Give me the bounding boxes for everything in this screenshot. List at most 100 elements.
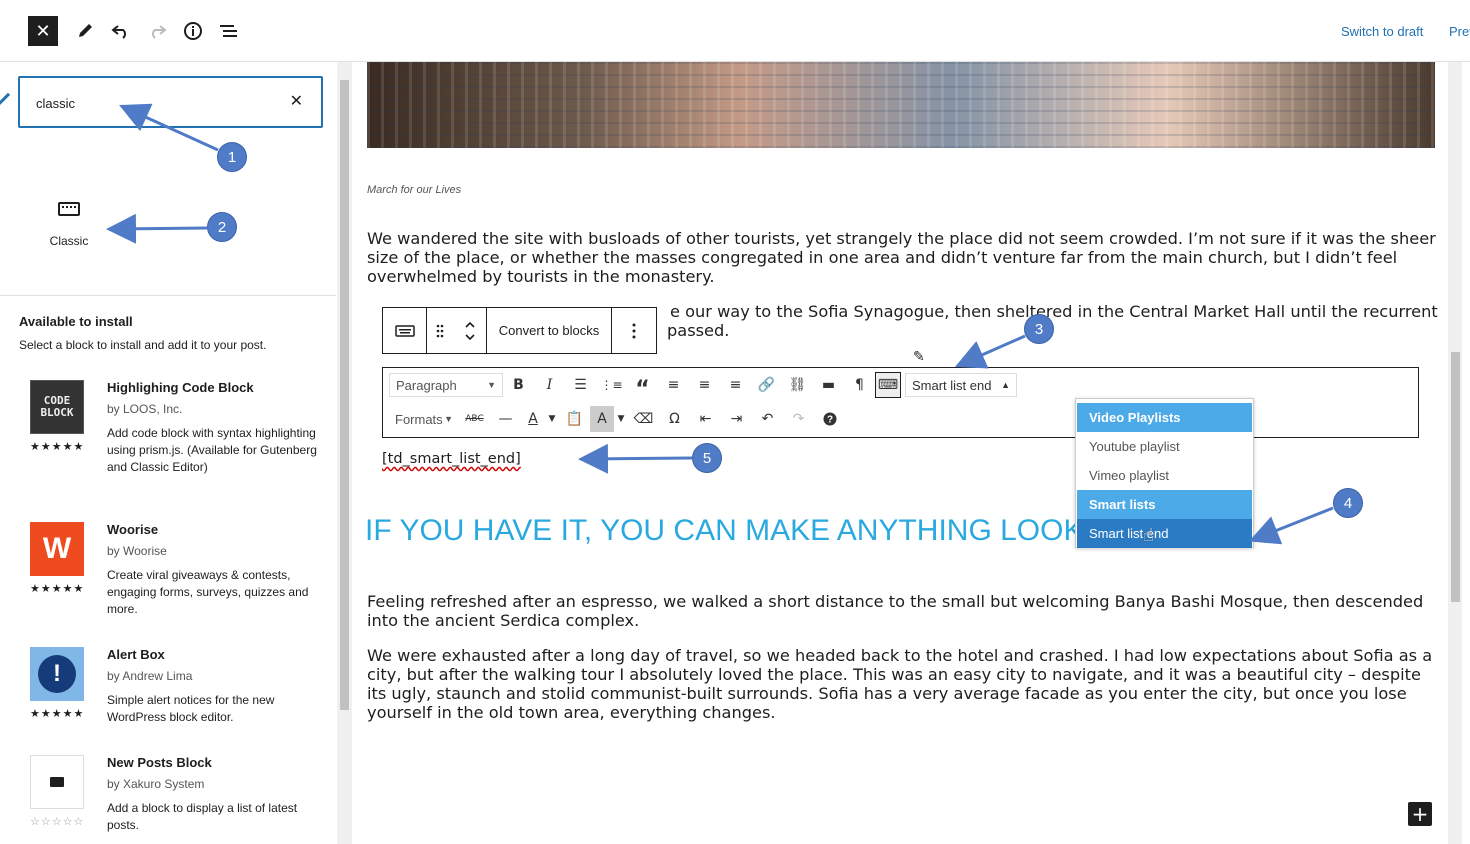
dropdown-group-video-playlists: Video Playlists xyxy=(1077,403,1252,432)
available-to-install-subtitle: Select a block to install and add it to … xyxy=(19,338,267,352)
woorise-logo: W xyxy=(30,522,84,576)
pencil-icon[interactable] xyxy=(72,18,98,44)
preview-link[interactable]: Prev xyxy=(1449,24,1470,39)
clear-formatting-icon[interactable]: ⌫ xyxy=(628,406,659,432)
help-icon[interactable]: ? xyxy=(814,406,845,432)
paragraph-block[interactable]: e our way to the Sofia Synagogue, then s… xyxy=(670,302,1440,321)
annotation-badge-5: 5 xyxy=(692,443,722,473)
classic-editor-toolbar: Paragraph ▼ B I ☰ ⋮≡ “ ≡ ≡ ≡ 🔗 ⛓ ▬ ¶ ⌨ Sm… xyxy=(382,367,1419,438)
align-center-icon[interactable]: ≡ xyxy=(689,372,720,398)
plugin-author: by Woorise xyxy=(107,544,167,558)
bullet-list-icon[interactable]: ☰ xyxy=(565,372,596,398)
classic-block-label: Classic xyxy=(49,234,89,248)
dropdown-item-smart-list-end[interactable]: Smart list end xyxy=(1077,519,1252,548)
list-view-icon[interactable] xyxy=(216,18,242,44)
plugin-description: Create viral giveaways & contests, engag… xyxy=(107,568,309,616)
content-scrollbar[interactable] xyxy=(1448,62,1462,844)
chevron-down-icon[interactable]: ▼ xyxy=(545,406,559,432)
more-options-icon[interactable] xyxy=(612,308,656,353)
alert-box-logo: ! xyxy=(30,647,84,701)
bold-icon[interactable]: B xyxy=(503,372,534,398)
clear-search-icon[interactable]: ✕ xyxy=(290,91,303,110)
close-icon[interactable]: ✕ xyxy=(28,16,58,46)
text-color-icon[interactable]: A xyxy=(521,406,545,432)
paragraph-block[interactable]: We wandered the site with busloads of ot… xyxy=(367,229,1437,286)
plugin-description: Add a block to display a list of latest … xyxy=(107,801,298,832)
convert-to-blocks-button[interactable]: Convert to blocks xyxy=(487,308,612,353)
undo-icon[interactable] xyxy=(108,18,134,44)
redo-icon[interactable] xyxy=(144,18,170,44)
divider xyxy=(0,295,336,296)
horizontal-line-icon[interactable]: — xyxy=(490,406,521,432)
editor-top-toolbar: ✕ Switch to draft Prev xyxy=(0,0,1470,62)
dropdown-item-youtube-playlist[interactable]: Youtube playlist xyxy=(1077,432,1252,461)
block-default-icon xyxy=(30,755,84,809)
align-left-icon[interactable]: ≡ xyxy=(658,372,689,398)
strikethrough-icon[interactable]: ABC xyxy=(459,406,490,432)
read-more-icon[interactable]: ▬ xyxy=(813,372,844,398)
code-block-logo: CODE BLOCK xyxy=(30,380,84,434)
annotation-badge-1: 1 xyxy=(217,142,247,172)
drag-handle-icon[interactable] xyxy=(427,308,453,353)
paragraph-block[interactable]: We were exhausted after a long day of tr… xyxy=(367,646,1437,722)
link-icon[interactable]: 🔗 xyxy=(751,372,782,398)
redo-icon[interactable]: ↷ xyxy=(783,406,814,432)
shortcode-text[interactable]: [td_smart_list_end] xyxy=(382,451,521,467)
move-up-down-icon[interactable] xyxy=(453,308,487,353)
indent-icon[interactable]: ⇥ xyxy=(721,406,752,432)
italic-icon[interactable]: I xyxy=(534,372,565,398)
smart-list-select[interactable]: Smart list end ▲ xyxy=(905,373,1017,397)
plugin-name: Highlighing Code Block xyxy=(107,380,254,395)
editor-canvas: March for our Lives We wandered the site… xyxy=(353,62,1462,844)
annotation-badge-4: 4 xyxy=(1333,488,1363,518)
dropdown-item-vimeo-playlist[interactable]: Vimeo playlist xyxy=(1077,461,1252,490)
sidebar-scrollbar[interactable] xyxy=(337,62,352,844)
plugin-name: Alert Box xyxy=(107,647,165,662)
chevron-left-icon xyxy=(0,92,13,112)
image-caption[interactable]: March for our Lives xyxy=(367,184,461,196)
plugin-name: New Posts Block xyxy=(107,755,212,770)
classic-block-result[interactable]: Classic xyxy=(36,202,102,248)
add-block-icon[interactable]: + xyxy=(1408,802,1432,826)
formats-select[interactable]: Formats ▼ xyxy=(389,407,459,431)
switch-to-draft-link[interactable]: Switch to draft xyxy=(1341,24,1423,39)
paragraph-block[interactable]: Feeling refreshed after an espresso, we … xyxy=(367,592,1437,630)
numbered-list-icon[interactable]: ⋮≡ xyxy=(596,372,627,398)
dropdown-group-smart-lists: Smart lists xyxy=(1077,490,1252,519)
keyboard-icon[interactable]: ⌨ xyxy=(875,372,901,398)
info-icon[interactable] xyxy=(180,18,206,44)
sidebar-scrollbar-thumb[interactable] xyxy=(340,80,349,710)
special-character-icon[interactable]: Ω xyxy=(659,406,690,432)
undo-icon[interactable]: ↶ xyxy=(752,406,783,432)
plugin-name: Woorise xyxy=(107,522,159,537)
plugin-description: Add code block with syntax highlighting … xyxy=(107,426,317,474)
plugin-author: by Andrew Lima xyxy=(107,669,193,683)
paragraph-format-select[interactable]: Paragraph ▼ xyxy=(389,373,503,397)
unlink-icon[interactable]: ⛓ xyxy=(782,372,813,398)
block-search-input[interactable] xyxy=(36,93,266,113)
outdent-icon[interactable]: ⇤ xyxy=(690,406,721,432)
pencil-icon: ✎ xyxy=(913,349,925,365)
toolbar-toggle-icon[interactable]: ¶ xyxy=(844,372,875,398)
featured-image[interactable] xyxy=(367,62,1435,148)
content-scrollbar-thumb[interactable] xyxy=(1451,352,1460,602)
annotation-badge-3: 3 xyxy=(1024,314,1054,344)
paragraph-block-line[interactable]: passed. xyxy=(667,321,867,340)
keyboard-icon xyxy=(58,202,80,216)
paste-text-icon[interactable]: 📋 xyxy=(559,406,590,432)
rating-stars: ★★★★★ xyxy=(30,440,85,453)
rating-stars: ★★★★★ xyxy=(30,582,85,595)
plugin-author: by Xakuro System xyxy=(107,777,205,791)
chevron-down-icon[interactable]: ▼ xyxy=(614,406,628,432)
block-search-box: ✕ xyxy=(18,76,323,128)
block-inserter-panel: ✕ Classic Available to install Select a … xyxy=(0,62,352,844)
keyboard-icon[interactable] xyxy=(383,308,427,353)
heading-block[interactable]: IF YOU HAVE IT, YOU CAN MAKE ANYTHING LO… xyxy=(365,514,1085,548)
svg-text:?: ? xyxy=(826,415,832,426)
background-color-icon[interactable]: A xyxy=(590,406,614,432)
plugin-author: by LOOS, Inc. xyxy=(107,402,183,416)
smart-list-dropdown: Video Playlists Youtube playlist Vimeo p… xyxy=(1075,398,1254,548)
blockquote-icon[interactable]: “ xyxy=(627,372,658,402)
align-right-icon[interactable]: ≡ xyxy=(720,372,751,398)
rating-stars: ★★★★★ xyxy=(30,707,85,720)
